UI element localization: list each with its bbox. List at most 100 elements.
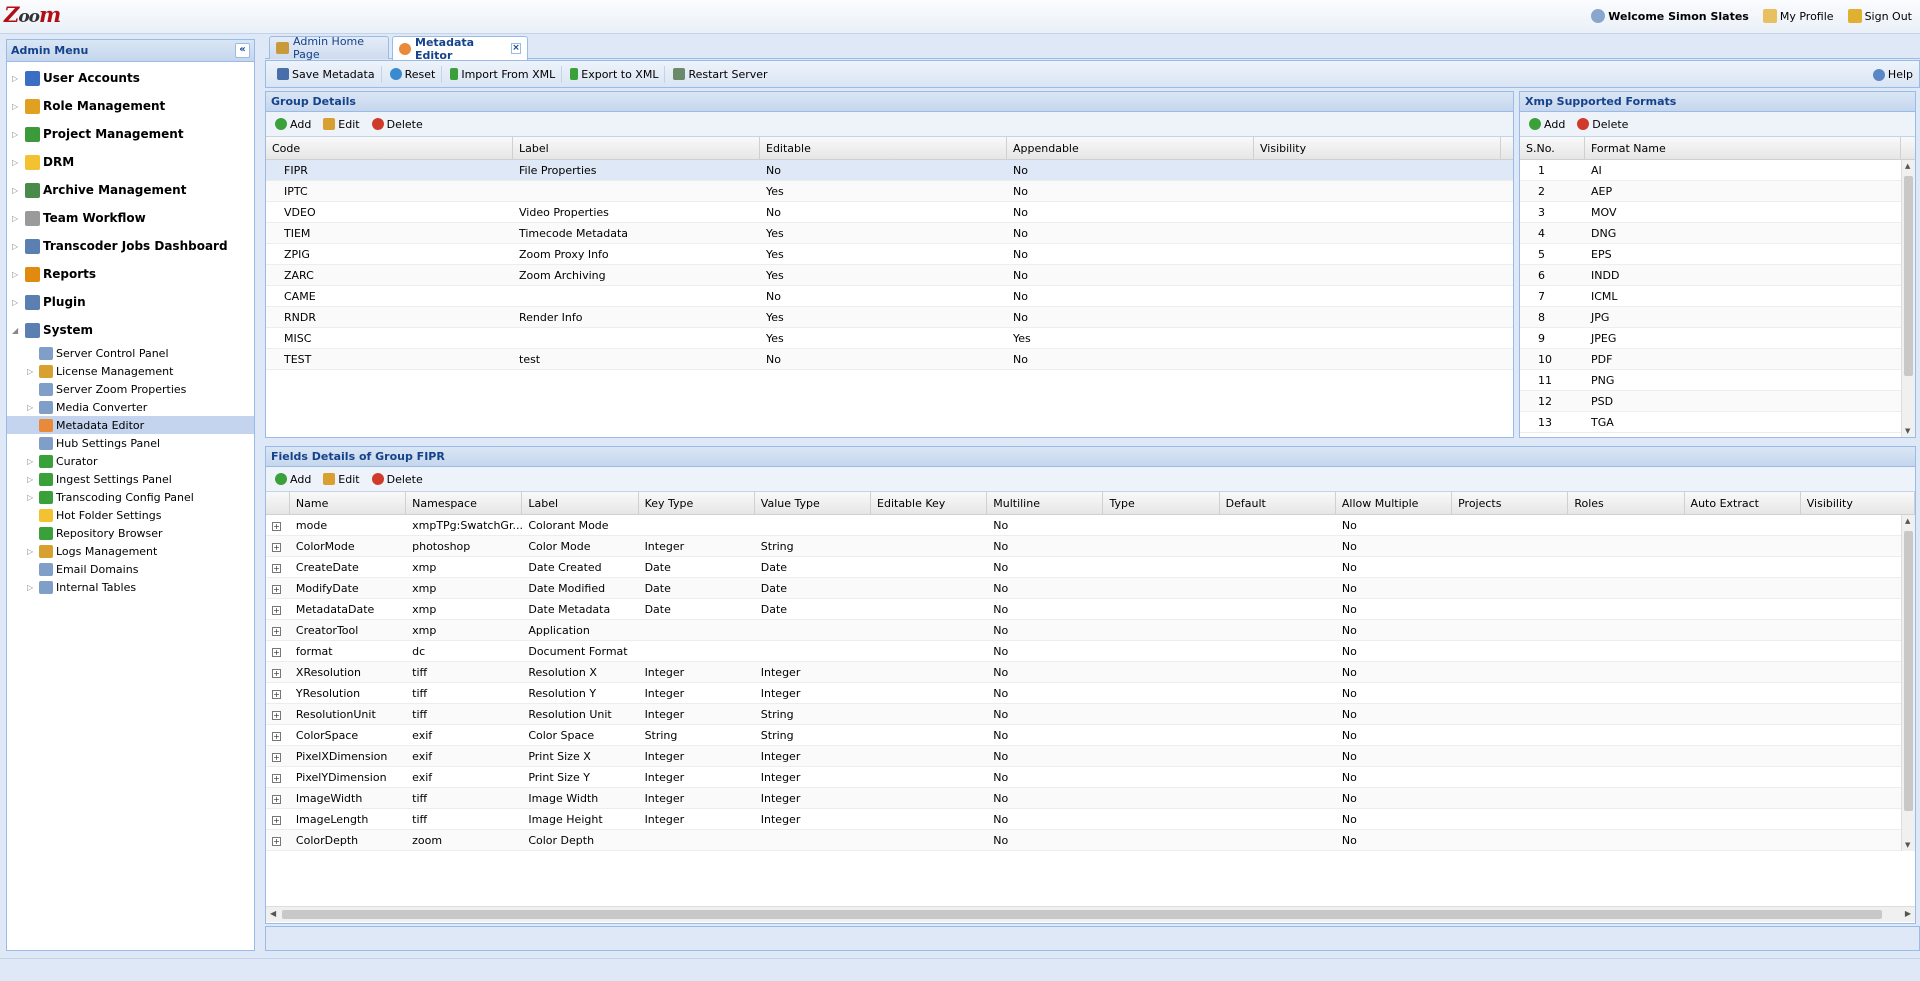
table-row[interactable]: 7 ICML: [1520, 286, 1915, 307]
group-delete-button[interactable]: Delete: [369, 116, 426, 133]
column-header-default[interactable]: Default: [1220, 492, 1336, 514]
table-row[interactable]: VDEO Video Properties No No: [266, 202, 1513, 223]
column-header-label[interactable]: Label: [522, 492, 639, 514]
expand-row-cell[interactable]: +: [266, 809, 290, 829]
sidebar-subitem-license-management[interactable]: ▷ License Management: [7, 362, 254, 380]
expand-row-cell[interactable]: +: [266, 620, 290, 640]
plus-icon[interactable]: +: [272, 774, 281, 783]
fields-horizontal-scrollbar[interactable]: ◀ ▶: [266, 906, 1915, 922]
column-header-roles[interactable]: Roles: [1568, 492, 1685, 514]
sidebar-subitem-metadata-editor[interactable]: Metadata Editor: [7, 416, 254, 434]
tab-metadata-editor[interactable]: Metadata Editor ×: [392, 36, 528, 62]
table-row[interactable]: ZPIG Zoom Proxy Info Yes No: [266, 244, 1513, 265]
collapsed-arrow-icon[interactable]: ▷: [27, 547, 36, 556]
sidebar-subitem-transcoding-config-panel[interactable]: ▷ Transcoding Config Panel: [7, 488, 254, 506]
plus-icon[interactable]: +: [272, 606, 281, 615]
expand-row-cell[interactable]: +: [266, 725, 290, 745]
scroll-up-icon[interactable]: ▲: [1905, 162, 1910, 170]
reset-button[interactable]: Reset: [384, 65, 443, 83]
expand-row-cell[interactable]: +: [266, 767, 290, 787]
column-header-s-no-[interactable]: S.No.: [1520, 137, 1585, 159]
expand-row-cell[interactable]: +: [266, 830, 290, 850]
table-row[interactable]: TEST test No No: [266, 349, 1513, 370]
expand-row-cell[interactable]: +: [266, 641, 290, 661]
sidebar-subitem-hub-settings-panel[interactable]: Hub Settings Panel: [7, 434, 254, 452]
sidebar-item-drm[interactable]: ▷ DRM: [7, 148, 254, 176]
field-delete-button[interactable]: Delete: [369, 471, 426, 488]
close-tab-icon[interactable]: ×: [511, 43, 521, 54]
expand-row-cell[interactable]: +: [266, 599, 290, 619]
sidebar-subitem-repository-browser[interactable]: Repository Browser: [7, 524, 254, 542]
expand-row-cell[interactable]: +: [266, 704, 290, 724]
help-button[interactable]: Help: [1872, 68, 1913, 81]
table-row[interactable]: 5 EPS: [1520, 244, 1915, 265]
column-header-editable[interactable]: Editable: [760, 137, 1007, 159]
table-row[interactable]: + XResolution tiff Resolution X Integer Integ…: [266, 662, 1915, 683]
table-row[interactable]: 8 JPG: [1520, 307, 1915, 328]
plus-icon[interactable]: +: [272, 648, 281, 657]
expand-row-cell[interactable]: +: [266, 515, 290, 535]
table-row[interactable]: RNDR Render Info Yes No: [266, 307, 1513, 328]
expand-row-cell[interactable]: +: [266, 536, 290, 556]
collapsed-arrow-icon[interactable]: ▷: [12, 214, 22, 223]
table-row[interactable]: 13 TGA: [1520, 412, 1915, 433]
table-row[interactable]: ZARC Zoom Archiving Yes No: [266, 265, 1513, 286]
column-header-allow-multiple[interactable]: Allow Multiple: [1336, 492, 1453, 514]
plus-icon[interactable]: +: [272, 585, 281, 594]
expand-row-cell[interactable]: +: [266, 578, 290, 598]
collapsed-arrow-icon[interactable]: ▷: [27, 493, 36, 502]
group-edit-button[interactable]: Edit: [320, 116, 362, 133]
sidebar-subitem-server-zoom-properties[interactable]: Server Zoom Properties: [7, 380, 254, 398]
sign-out-link[interactable]: Sign Out: [1847, 9, 1912, 23]
sidebar-subitem-hot-folder-settings[interactable]: Hot Folder Settings: [7, 506, 254, 524]
fields-scroll-thumb[interactable]: [1904, 531, 1913, 811]
table-row[interactable]: + ColorDepth zoom Color Depth No No: [266, 830, 1915, 851]
expand-row-cell[interactable]: +: [266, 662, 290, 682]
sidebar-item-plugin[interactable]: ▷ Plugin: [7, 288, 254, 316]
column-header-value-type[interactable]: Value Type: [755, 492, 872, 514]
collapsed-arrow-icon[interactable]: ▷: [12, 298, 22, 307]
save-metadata-button[interactable]: Save Metadata: [271, 65, 382, 83]
expand-row-cell[interactable]: +: [266, 557, 290, 577]
plus-icon[interactable]: +: [272, 753, 281, 762]
table-row[interactable]: + ResolutionUnit tiff Resolution Unit Intege…: [266, 704, 1915, 725]
table-row[interactable]: + PixelXDimension exif Print Size X Integer I…: [266, 746, 1915, 767]
sidebar-item-team-workflow[interactable]: ▷ Team Workflow: [7, 204, 254, 232]
plus-icon[interactable]: +: [272, 543, 281, 552]
sidebar-item-project-management[interactable]: ▷ Project Management: [7, 120, 254, 148]
expand-row-cell[interactable]: +: [266, 746, 290, 766]
sidebar-subitem-curator[interactable]: ▷ Curator: [7, 452, 254, 470]
restart-server-button[interactable]: Restart Server: [667, 66, 773, 83]
table-row[interactable]: MISC Yes Yes: [266, 328, 1513, 349]
column-header-type[interactable]: Type: [1103, 492, 1220, 514]
collapsed-arrow-icon[interactable]: ▷: [12, 186, 22, 195]
tab-admin-home[interactable]: Admin Home Page: [269, 35, 389, 61]
expanded-arrow-icon[interactable]: ◢: [12, 326, 22, 335]
collapse-panel-button[interactable]: «: [235, 43, 250, 58]
column-header-projects[interactable]: Projects: [1452, 492, 1569, 514]
collapsed-arrow-icon[interactable]: ▷: [27, 583, 36, 592]
column-header-visibility[interactable]: Visibility: [1801, 492, 1915, 514]
export-xml-button[interactable]: Export to XML: [564, 65, 666, 83]
plus-icon[interactable]: +: [272, 837, 281, 846]
collapsed-arrow-icon[interactable]: ▷: [12, 74, 22, 83]
field-add-button[interactable]: Add: [272, 471, 314, 488]
collapsed-arrow-icon[interactable]: ▷: [27, 457, 36, 466]
column-header-key-type[interactable]: Key Type: [639, 492, 755, 514]
table-row[interactable]: + mode xmpTPg:SwatchGr... Colorant Mode No No: [266, 515, 1915, 536]
table-row[interactable]: + CreateDate xmp Date Created Date Date No No: [266, 557, 1915, 578]
table-row[interactable]: TIEM Timecode Metadata Yes No: [266, 223, 1513, 244]
column-header-namespace[interactable]: Namespace: [406, 492, 523, 514]
table-row[interactable]: 12 PSD: [1520, 391, 1915, 412]
column-header-editable-key[interactable]: Editable Key: [871, 492, 988, 514]
collapsed-arrow-icon[interactable]: ▷: [12, 242, 22, 251]
sidebar-item-reports[interactable]: ▷ Reports: [7, 260, 254, 288]
sidebar-subitem-server-control-panel[interactable]: Server Control Panel: [7, 344, 254, 362]
scroll-up-icon[interactable]: ▲: [1905, 517, 1910, 525]
table-row[interactable]: 10 PDF: [1520, 349, 1915, 370]
column-header-format-name[interactable]: Format Name: [1585, 137, 1901, 159]
expand-row-cell[interactable]: +: [266, 788, 290, 808]
table-row[interactable]: CAME No No: [266, 286, 1513, 307]
plus-icon[interactable]: +: [272, 816, 281, 825]
import-xml-button[interactable]: Import From XML: [444, 65, 563, 83]
